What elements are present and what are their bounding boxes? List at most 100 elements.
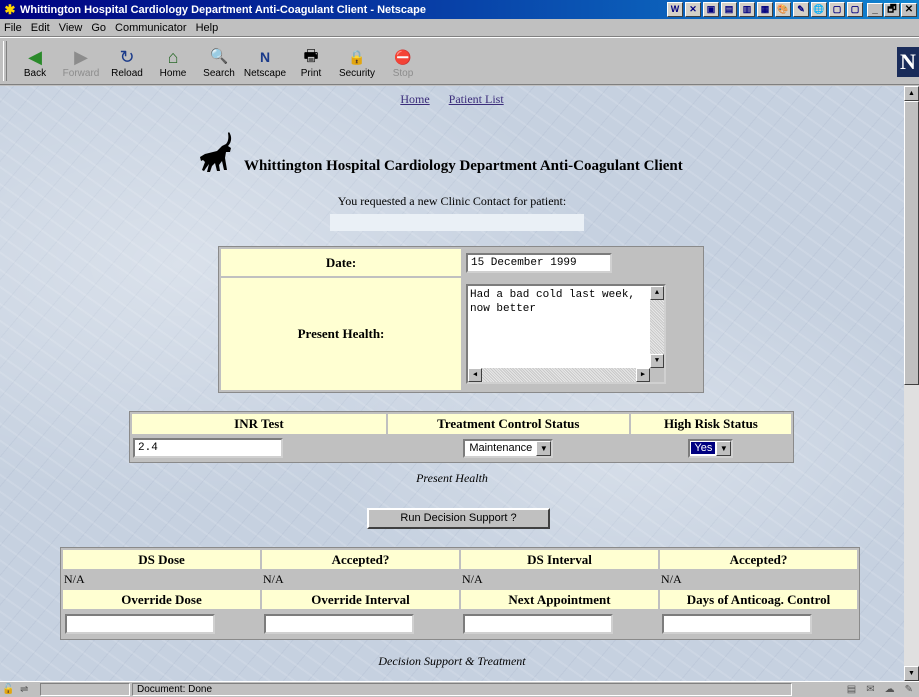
status-bar: 🔓 ⇌ Document: Done ▤ ✉ ☁ ✎ — [0, 681, 919, 697]
override-interval-field[interactable] — [264, 614, 414, 634]
status-text: Document: Done — [132, 683, 792, 696]
restore-button[interactable]: 🗗 — [884, 2, 900, 17]
scroll-down-icon[interactable]: ▼ — [650, 354, 664, 368]
netscape-logo[interactable]: N — [897, 47, 919, 77]
close-button[interactable]: ✕ — [901, 2, 917, 17]
days-anticoag-control-field[interactable] — [662, 614, 812, 634]
window-title-bar[interactable]: ✱ Whittington Hospital Cardiology Depart… — [0, 0, 919, 19]
stop-button[interactable]: ⛔ Stop — [380, 38, 426, 82]
override-dose-field[interactable] — [65, 614, 215, 634]
top-nav: Home Patient List — [0, 92, 904, 107]
mail-icon[interactable]: ✉ — [866, 684, 874, 695]
scroll-up-icon[interactable]: ▲ — [904, 86, 919, 101]
high-risk-select[interactable]: Yes ▼ — [688, 438, 734, 458]
reload-icon: ↻ — [119, 47, 135, 67]
menu-edit[interactable]: Edit — [31, 22, 50, 34]
decision-support-table: DS Dose Accepted? DS Interval Accepted? … — [60, 547, 860, 640]
tray-icon[interactable]: ▢ — [847, 2, 863, 17]
textarea-vertical-scrollbar[interactable]: ▲ ▼ — [650, 286, 664, 368]
patient-list-link[interactable]: Patient List — [449, 92, 504, 106]
requested-message: You requested a new Clinic Contact for p… — [337, 194, 567, 208]
tray-icon[interactable]: ✕ — [685, 2, 701, 17]
present-health-label: Present Health: — [221, 278, 461, 390]
inr-test-header: INR Test — [132, 414, 386, 434]
run-decision-support-button[interactable]: Run Decision Support ? — [367, 508, 550, 529]
tray-icon[interactable]: ▦ — [757, 2, 773, 17]
decision-support-caption: Decision Support & Treatment — [378, 654, 526, 668]
days-control-header: Days of Anticoag. Control — [660, 590, 857, 609]
window-title: Whittington Hospital Cardiology Departme… — [20, 3, 426, 16]
high-risk-header: High Risk Status — [630, 414, 791, 434]
forward-label: Forward — [62, 68, 100, 79]
forward-button[interactable]: ▶ Forward — [58, 38, 104, 82]
security-label: Security — [338, 68, 376, 79]
ds-interval-header: DS Interval — [461, 550, 658, 569]
component-bar: ▤ ✉ ☁ ✎ — [847, 684, 913, 695]
tray-icon[interactable]: 🌐 — [811, 2, 827, 17]
discussion-icon[interactable]: ☁ — [885, 684, 895, 695]
home-label: Home — [159, 68, 187, 79]
next-appointment-header: Next Appointment — [461, 590, 658, 609]
next-appointment-field[interactable] — [463, 614, 613, 634]
home-link[interactable]: Home — [400, 92, 429, 106]
menu-view[interactable]: View — [59, 22, 83, 34]
page-scrollbar[interactable]: ▲ ▼ — [904, 86, 919, 681]
toolbar-grip[interactable] — [3, 41, 7, 81]
tray-icon[interactable]: 🎨 — [775, 2, 791, 17]
tray-icon[interactable]: ✎ — [793, 2, 809, 17]
minimize-button[interactable]: _ — [867, 2, 883, 17]
menu-file[interactable]: File — [4, 22, 22, 34]
contact-table: Date: 15 December 1999 Present Health: H… — [218, 246, 704, 393]
forward-icon: ▶ — [74, 47, 88, 67]
reload-button[interactable]: ↻ Reload — [104, 38, 150, 82]
taskbar-tray: W ✕ ▣ ▤ ▥ ▦ 🎨 ✎ 🌐 ▢ ▢ — [667, 2, 863, 17]
search-label: Search — [203, 68, 235, 79]
progress-bar — [40, 683, 130, 696]
menu-go[interactable]: Go — [91, 22, 106, 34]
security-button[interactable]: 🔒 Security — [334, 38, 380, 82]
menu-help[interactable]: Help — [196, 22, 219, 34]
stop-label: Stop — [392, 68, 414, 79]
interval-accepted-value: N/A — [660, 571, 857, 588]
navigator-icon[interactable]: ▤ — [847, 684, 856, 695]
tray-icon[interactable]: ▢ — [829, 2, 845, 17]
scrollbar-thumb[interactable] — [904, 101, 919, 385]
security-lock-icon[interactable]: 🔓 — [2, 684, 18, 696]
scroll-up-icon[interactable]: ▲ — [650, 286, 664, 300]
reload-label: Reload — [111, 68, 143, 79]
print-button[interactable]: 🖶 Print — [288, 38, 334, 82]
ds-dose-header: DS Dose — [63, 550, 260, 569]
menu-communicator[interactable]: Communicator — [115, 22, 187, 34]
home-icon: ⌂ — [167, 47, 179, 67]
back-label: Back — [23, 68, 47, 79]
chevron-down-icon[interactable]: ▼ — [536, 440, 552, 456]
treatment-status-select[interactable]: Maintenance ▼ — [463, 438, 554, 458]
netscape-button[interactable]: N Netscape — [242, 38, 288, 82]
back-button[interactable]: ◀ Back — [12, 38, 58, 82]
tray-icon[interactable]: ▥ — [739, 2, 755, 17]
date-field[interactable]: 15 December 1999 — [466, 252, 612, 273]
home-button[interactable]: ⌂ Home — [150, 38, 196, 82]
chevron-down-icon[interactable]: ▼ — [716, 440, 732, 456]
page-content: Home Patient List Whittington Hospital C… — [0, 86, 904, 681]
textarea-horizontal-scrollbar[interactable]: ◀ ▶ — [468, 368, 650, 382]
netscape-icon: N — [259, 49, 271, 65]
treatment-status-value: Maintenance — [469, 442, 533, 454]
inr-test-field[interactable]: 2.4 — [133, 438, 283, 458]
search-button[interactable]: 🔍 Search — [196, 38, 242, 82]
composer-icon[interactable]: ✎ — [905, 684, 913, 695]
tray-icon[interactable]: ▣ — [703, 2, 719, 17]
black-cat-logo — [200, 132, 232, 172]
connection-icon: ⇌ — [20, 683, 29, 695]
scroll-down-icon[interactable]: ▼ — [904, 666, 919, 681]
tray-icon[interactable]: ▤ — [721, 2, 737, 17]
high-risk-value: Yes — [691, 442, 716, 454]
accepted-header: Accepted? — [660, 550, 857, 569]
present-health-textarea[interactable]: Had a bad cold last week, now better ▲ ▼… — [466, 284, 666, 384]
ds-interval-value: N/A — [461, 571, 658, 588]
scroll-right-icon[interactable]: ▶ — [636, 368, 650, 382]
scroll-left-icon[interactable]: ◀ — [468, 368, 482, 382]
stop-icon: ⛔ — [394, 49, 412, 65]
treatment-status-header: Treatment Control Status — [387, 414, 629, 434]
tray-icon[interactable]: W — [667, 2, 683, 17]
